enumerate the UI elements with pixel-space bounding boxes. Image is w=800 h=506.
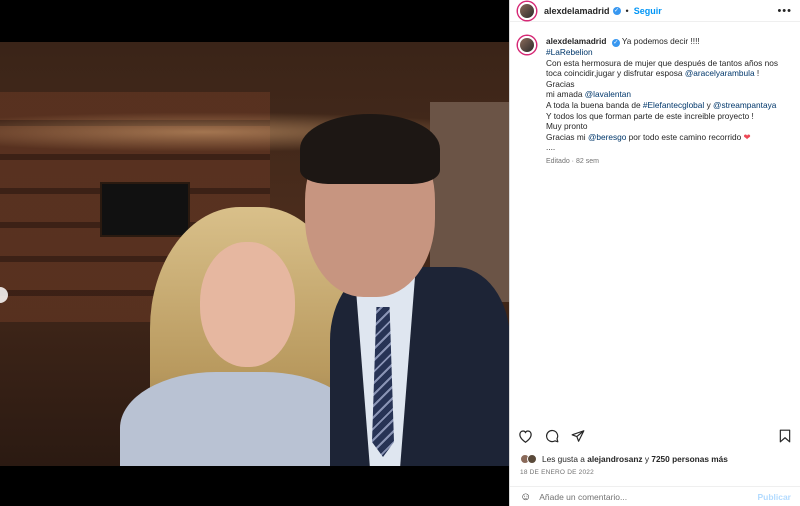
verified-badge-icon: ✓ bbox=[612, 6, 621, 15]
post-sidebar: alexdelamadrid ✓ • Seguir ••• alexdelama… bbox=[509, 0, 800, 506]
post-actions-bar bbox=[518, 428, 800, 446]
liker-avatar bbox=[527, 454, 537, 464]
comment-input[interactable]: Añade un comentario... bbox=[539, 492, 627, 502]
comment-icon[interactable] bbox=[545, 429, 559, 446]
heart-emoji-icon: ❤ bbox=[743, 131, 751, 142]
post-header: alexdelamadrid ✓ • Seguir ••• bbox=[510, 0, 800, 22]
hashtag-link[interactable]: #LaRebelion bbox=[546, 47, 793, 58]
avatar[interactable] bbox=[518, 1, 536, 20]
post-comment-button[interactable]: Publicar bbox=[757, 492, 791, 502]
caption-text: mi amada bbox=[546, 89, 583, 100]
caption-text: Y todos los que forman parte de este inc… bbox=[546, 110, 754, 121]
caption-username[interactable]: alexdelamadrid bbox=[546, 36, 606, 46]
likes-prefix: Les gusta a bbox=[542, 454, 585, 464]
heart-outline-icon[interactable] bbox=[518, 429, 533, 446]
tv-background bbox=[100, 182, 190, 237]
emoji-icon[interactable]: ☺ bbox=[520, 491, 531, 503]
post-photo[interactable] bbox=[0, 42, 509, 466]
post-caption: alexdelamadrid ✓ Ya podemos decir !!!! #… bbox=[518, 36, 793, 168]
likes-count-link[interactable]: 7250 personas más bbox=[651, 454, 728, 464]
instagram-post-view: alexdelamadrid ✓ • Seguir ••• alexdelama… bbox=[0, 0, 800, 506]
share-icon[interactable] bbox=[571, 429, 585, 446]
mention-link[interactable]: @aracelyarambula bbox=[685, 68, 755, 78]
post-date: 18 DE ENERO DE 2022 bbox=[520, 469, 594, 476]
mention-link[interactable]: @streampantaya bbox=[713, 100, 776, 110]
likes-summary: Les gusta a alejandrosanz y 7250 persona… bbox=[520, 454, 728, 464]
caption-avatar[interactable] bbox=[518, 36, 536, 54]
caption-text: Gracias mi bbox=[546, 131, 586, 142]
edited-timestamp: Editado · 82 sem bbox=[546, 157, 599, 165]
more-options-icon[interactable]: ••• bbox=[777, 5, 792, 17]
caption-text: Muy pronto bbox=[546, 121, 588, 132]
media-panel bbox=[0, 0, 509, 506]
header-separator: • bbox=[625, 5, 629, 16]
mention-link[interactable]: @beresgo bbox=[588, 132, 626, 142]
follow-button[interactable]: Seguir bbox=[634, 6, 662, 16]
caption-text: .... bbox=[546, 142, 556, 153]
likes-user-link[interactable]: alejandrosanz bbox=[587, 454, 642, 464]
mention-link[interactable]: @lavalentan bbox=[585, 89, 631, 99]
caption-title: Ya podemos decir !!!! bbox=[621, 36, 700, 46]
verified-badge-icon: ✓ bbox=[611, 39, 620, 47]
caption-text: A toda la buena banda de bbox=[546, 99, 641, 110]
bookmark-icon[interactable] bbox=[779, 429, 791, 446]
header-username[interactable]: alexdelamadrid bbox=[544, 6, 610, 16]
caption-text: Gracias bbox=[546, 78, 575, 89]
comment-bar: ☺ Añade un comentario... Publicar bbox=[510, 486, 800, 506]
hashtag-link[interactable]: #Elefantecglobal bbox=[643, 100, 704, 110]
